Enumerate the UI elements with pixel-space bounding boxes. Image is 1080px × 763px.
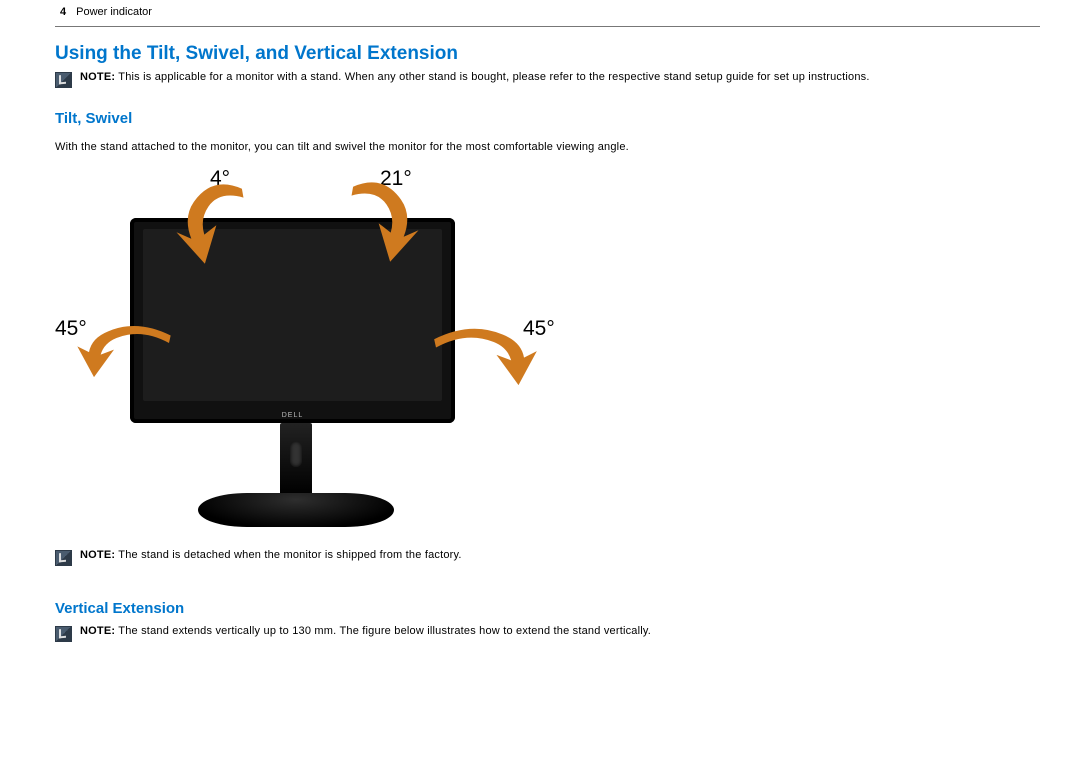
heading-vertical-extension: Vertical Extension — [55, 600, 1040, 617]
heading-main: Using the Tilt, Swivel, and Vertical Ext… — [55, 43, 1040, 65]
monitor-stand-neck — [280, 423, 312, 495]
monitor-screen — [143, 229, 442, 401]
angle-tilt-back: 21° — [380, 167, 412, 191]
note-text: NOTE: This is applicable for a monitor w… — [80, 71, 870, 83]
list-number: 4 — [60, 6, 66, 18]
list-label: Power indicator — [76, 6, 152, 18]
angle-tilt-forward: 4° — [210, 167, 230, 191]
paragraph-tilt: With the stand attached to the monitor, … — [55, 141, 1040, 153]
note-body: The stand extends vertically up to 130 m… — [118, 625, 651, 637]
monitor-body: DELL — [130, 218, 455, 423]
divider — [55, 26, 1040, 27]
listing-row: 4 Power indicator — [55, 0, 1040, 26]
note-label: NOTE: — [80, 549, 115, 561]
angle-swivel-right: 45° — [523, 317, 555, 341]
heading-tilt-swivel: Tilt, Swivel — [55, 110, 1040, 127]
note-label: NOTE: — [80, 625, 115, 637]
note-body: The stand is detached when the monitor i… — [118, 549, 461, 561]
note-icon — [55, 550, 72, 566]
monitor-brand: DELL — [282, 412, 304, 419]
monitor-stand-base — [198, 493, 394, 527]
note-text: NOTE: The stand is detached when the mon… — [80, 549, 462, 561]
note-icon — [55, 72, 72, 88]
note-body: This is applicable for a monitor with a … — [118, 71, 869, 83]
note-text: NOTE: The stand extends vertically up to… — [80, 625, 651, 637]
note-icon — [55, 626, 72, 642]
note-label: NOTE: — [80, 71, 115, 83]
note-block: NOTE: This is applicable for a monitor w… — [55, 71, 1040, 88]
angle-swivel-left: 45° — [55, 317, 87, 341]
tilt-swivel-diagram: 4° 21° 45° 45° DELL — [55, 163, 565, 543]
note-block: NOTE: The stand is detached when the mon… — [55, 549, 1040, 566]
note-block: NOTE: The stand extends vertically up to… — [55, 625, 1040, 642]
